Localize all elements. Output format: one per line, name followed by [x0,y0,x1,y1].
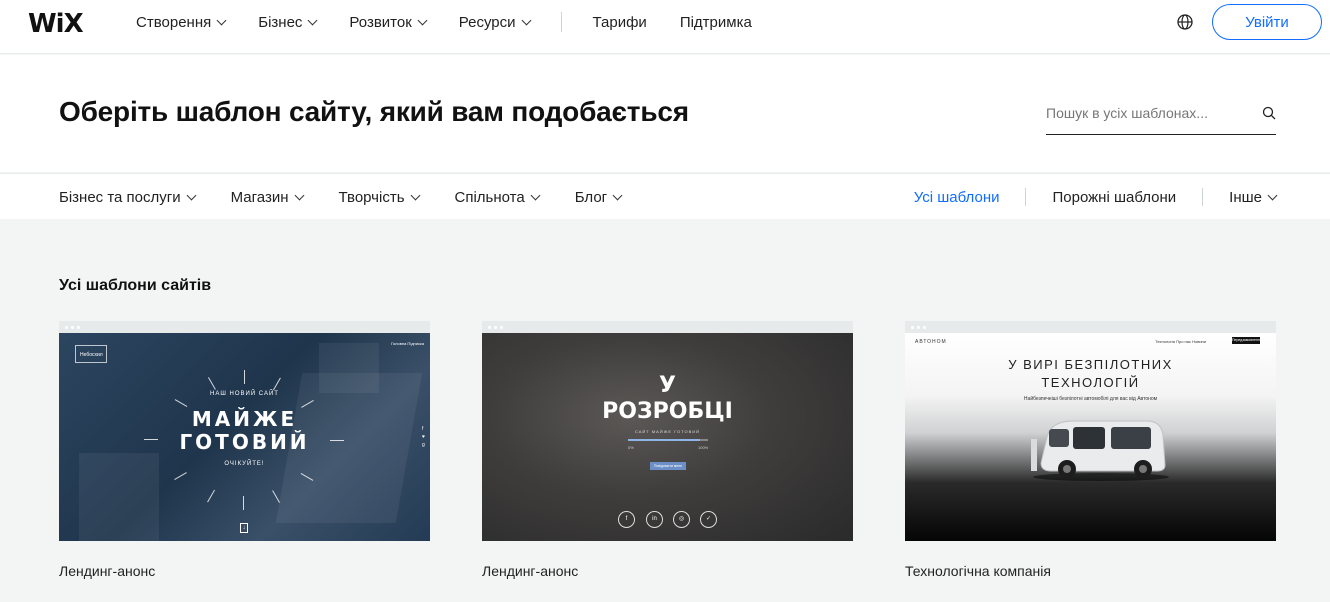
preview-nav: Головна Підписка [391,341,424,346]
preview-notify-button: Повідомити мене [650,462,686,470]
category-blog[interactable]: Блог [574,188,623,206]
template-name[interactable]: Лендинг-анонс [482,563,853,579]
nav-divider [560,12,562,32]
other-label: Інше [1229,188,1262,206]
progress-bar [628,439,708,441]
preview-social-icons: f ♥ g [422,426,425,448]
wix-logo[interactable]: WiX [28,9,84,39]
category-business-services[interactable]: Бізнес та послуги [59,188,197,206]
templates-header: Оберіть шаблон сайту, який вам подобаєть… [0,55,1330,172]
preview-kicker: САЙТ МАЙЖЕ ГОТОВИЙ [634,429,701,434]
template-thumbnail[interactable]: АВТОНОМ Технологія Про нас Новини Передз… [905,333,1276,541]
progress-end-label: 100% [698,445,709,450]
twitter-icon: ✓ [700,511,717,528]
template-card[interactable]: АВТОНОМ Технологія Про нас Новини Передз… [905,321,1276,579]
login-button[interactable]: Увійти [1212,4,1322,40]
category-creative[interactable]: Творчість [338,188,420,206]
globe-icon[interactable] [1176,13,1194,31]
category-bar: Бізнес та послуги Магазин Творчість Спіл… [0,173,1330,219]
preview-heading-1: У ВИРІ БЕЗПІЛОТНИХ [1008,357,1173,372]
chevron-down-icon [521,15,531,25]
preview-heading-2: ГОТОВИЙ [179,430,310,454]
arrow-down-icon: ↓ [240,523,248,533]
preview-preorder-button: Передзамовлення [1232,337,1262,344]
main-nav: Створення Бізнес Розвиток Ресурси Тарифи… [136,0,785,44]
divider [1025,188,1027,206]
chevron-down-icon [307,15,318,25]
preview-heading-2: РОЗРОБЦІ [602,399,733,424]
preview-heading-1: У [659,373,676,398]
chevron-down-icon [294,190,304,200]
nav-item-label: Бізнес [258,13,303,31]
chevron-down-icon [417,15,428,25]
nav-item-label: Створення [136,13,212,31]
preview-brand: АВТОНОМ [915,339,947,345]
template-thumbnail[interactable]: У РОЗРОБЦІ САЙТ МАЙЖЕ ГОТОВИЙ 0% 100% По… [482,333,853,541]
preview-nav: Технологія Про нас Новини [1155,339,1206,344]
instagram-icon: ◎ [673,511,690,528]
chevron-down-icon [216,15,227,25]
nav-item-label: Розвиток [349,13,412,31]
blank-templates-link[interactable]: Порожні шаблони [1052,189,1176,206]
chevron-down-icon [410,190,420,200]
nav-item-label: Ресурси [458,13,516,31]
preview-subtitle: Найбезпечніші безпілотні автомобілі для … [1023,396,1158,402]
template-thumbnail[interactable]: Небосхил Головна Підписка НАШ НОВИЙ САЙТ… [59,333,430,541]
preview-heading-1: МАЙЖЕ [191,407,298,431]
progress-start-label: 0% [628,445,634,450]
preview-heading-2: ТЕХНОЛОГІЙ [1041,375,1140,390]
nav-item-growth[interactable]: Розвиток [349,13,428,31]
nav-item-create[interactable]: Створення [136,13,227,31]
template-search [1046,95,1276,135]
category-label: Спільнота [454,188,525,206]
all-templates-link[interactable]: Усі шаблони [914,189,1000,206]
search-input[interactable] [1046,95,1246,131]
template-name[interactable]: Лендинг-анонс [59,563,430,579]
nav-item-pricing[interactable]: Тарифи [593,14,647,31]
category-label: Магазин [230,188,289,206]
other-dropdown[interactable]: Інше [1229,188,1278,206]
template-name[interactable]: Технологічна компанія [905,563,1276,579]
autonomous-car-illustration [1031,420,1169,481]
section-title: Усі шаблони сайтів [59,277,212,294]
template-card[interactable]: Небосхил Головна Підписка НАШ НОВИЙ САЙТ… [59,321,430,579]
nav-item-business[interactable]: Бізнес [258,13,318,31]
preview-brand: Небосхил [75,345,107,363]
category-community[interactable]: Спільнота [454,188,541,206]
category-label: Блог [574,188,608,206]
search-icon[interactable] [1262,106,1276,120]
top-navigation-bar: WiX Створення Бізнес Розвиток Ресурси Та… [0,0,1330,54]
category-store[interactable]: Магазин [230,188,304,206]
preview-footer: ОЧІКУЙТЕ! [224,461,265,467]
category-list: Бізнес та послуги Магазин Творчість Спіл… [59,174,657,220]
browser-chrome [905,321,1276,333]
category-label: Творчість [338,188,405,206]
progress-fill [628,439,700,441]
template-card[interactable]: У РОЗРОБЦІ САЙТ МАЙЖЕ ГОТОВИЙ 0% 100% По… [482,321,853,579]
browser-chrome [482,321,853,333]
facebook-icon: f [618,511,635,528]
nav-item-support[interactable]: Підтримка [680,14,752,31]
nav-item-resources[interactable]: Ресурси [458,13,531,31]
browser-chrome [59,321,430,333]
category-right-links: Усі шаблони Порожні шаблони Інше [914,174,1278,220]
divider [1202,188,1204,206]
chevron-down-icon [1267,190,1278,200]
chevron-down-icon [612,190,623,200]
category-label: Бізнес та послуги [59,188,181,206]
page-title: Оберіть шаблон сайту, який вам подобаєть… [59,96,689,127]
chevron-down-icon [530,190,541,200]
linkedin-icon: in [646,511,663,528]
chevron-down-icon [186,190,197,200]
preview-kicker: НАШ НОВИЙ САЙТ [210,391,279,397]
